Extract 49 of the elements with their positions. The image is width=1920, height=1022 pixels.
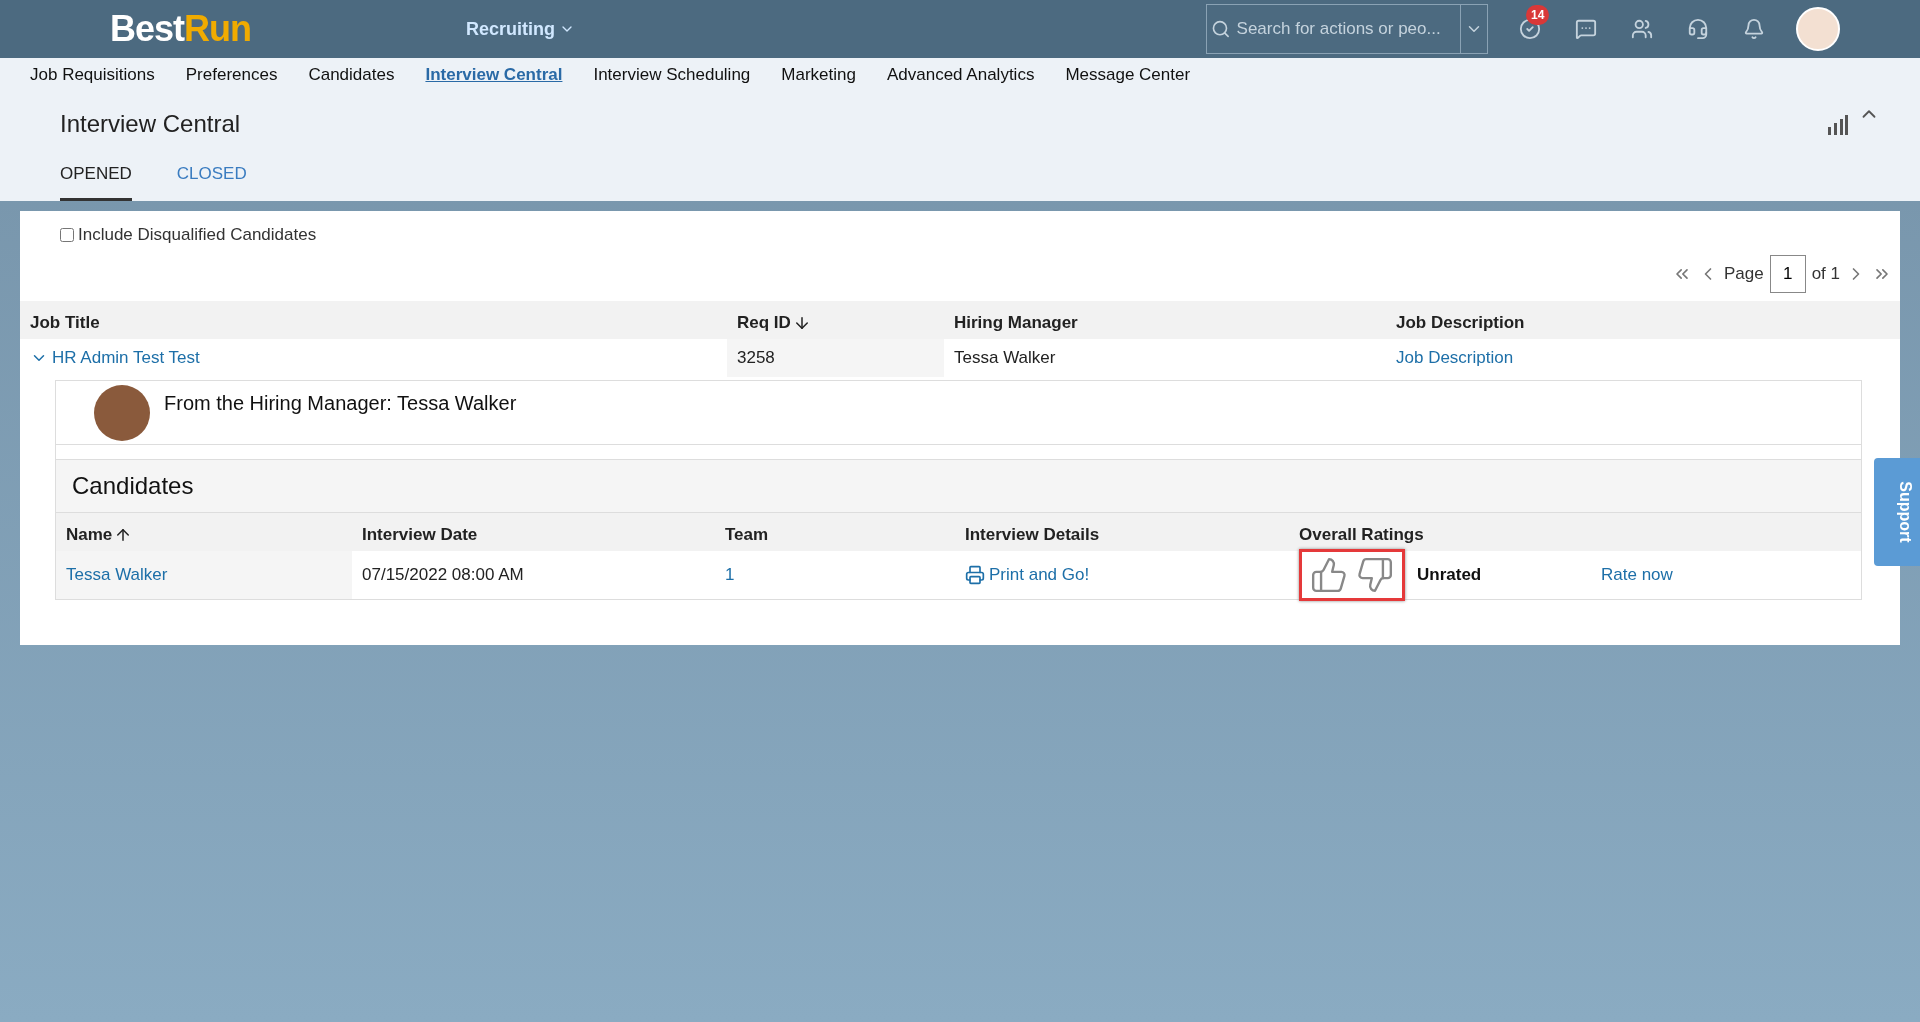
candidate-link[interactable]: Tessa Walker — [66, 565, 168, 585]
page-total: of 1 — [1811, 264, 1840, 284]
nav-link[interactable]: Preferences — [185, 65, 278, 85]
tab[interactable]: OPENED — [60, 164, 132, 201]
table-cell: 3258 — [727, 339, 944, 377]
nav-link[interactable]: Advanced Analytics — [886, 65, 1035, 85]
notification-badge: 14 — [1526, 5, 1550, 25]
job-title-link[interactable]: HR Admin Test Test — [52, 348, 200, 368]
nav-link[interactable]: Marketing — [781, 65, 856, 85]
nav-link[interactable]: Candidates — [308, 65, 395, 85]
nav-link[interactable]: Message Center — [1065, 65, 1191, 85]
column-header[interactable]: Team — [715, 513, 955, 551]
logo[interactable]: BestRun — [110, 8, 366, 50]
column-header[interactable]: Overall Ratings — [1289, 513, 1861, 551]
manager-note: From the Hiring Manager: Tessa Walker — [164, 392, 517, 415]
checkbox-label: Include Disqualified Candidates — [78, 225, 317, 245]
rating-status: Unrated — [1417, 565, 1483, 585]
section-title: Candidates — [72, 472, 195, 500]
nav-link[interactable]: Interview Scheduling — [593, 65, 751, 85]
avatar[interactable] — [1796, 7, 1840, 51]
thumbs-up-icon[interactable] — [1310, 556, 1348, 594]
check-circle-icon — [1519, 18, 1541, 40]
page-label: Page — [1723, 264, 1764, 284]
page-input[interactable]: 1 — [1769, 255, 1806, 293]
column-header[interactable]: Job Title — [20, 301, 727, 339]
column-header[interactable]: Interview Date — [352, 513, 715, 551]
print-link[interactable]: Print and Go! — [989, 565, 1090, 585]
rate-link[interactable]: Rate now — [1601, 565, 1673, 585]
checkbox[interactable] — [60, 228, 74, 242]
column-header[interactable]: Name — [56, 513, 352, 551]
search-field[interactable]: Search for actions or peo... — [1206, 4, 1488, 54]
module-menu[interactable]: Recruiting — [460, 17, 581, 41]
team-link[interactable]: 1 — [725, 565, 735, 585]
printer-icon — [965, 565, 985, 585]
bar-chart-icon[interactable] — [1826, 113, 1848, 135]
column-header[interactable]: Hiring Manager — [944, 301, 1386, 339]
tab[interactable]: CLOSED — [176, 164, 247, 201]
nav-link[interactable]: Job Requisitions — [30, 65, 155, 85]
column-header[interactable]: Job Description — [1386, 301, 1900, 339]
column-header[interactable]: Interview Details — [955, 513, 1289, 551]
column-header[interactable]: Req ID — [727, 301, 944, 339]
nav-link[interactable]: Interview Central — [425, 65, 563, 85]
job-description-link[interactable]: Job Description — [1396, 348, 1514, 368]
table-cell-text: 07/15/2022 08:00 AM — [361, 564, 525, 586]
table-cell-text: Tessa Walker — [953, 347, 1057, 369]
thumbs-down-icon[interactable] — [1356, 556, 1394, 594]
search-input[interactable]: Search for actions or peo... — [1234, 5, 1460, 53]
search-icon — [1211, 19, 1231, 39]
page-title: Interview Central — [60, 110, 241, 138]
